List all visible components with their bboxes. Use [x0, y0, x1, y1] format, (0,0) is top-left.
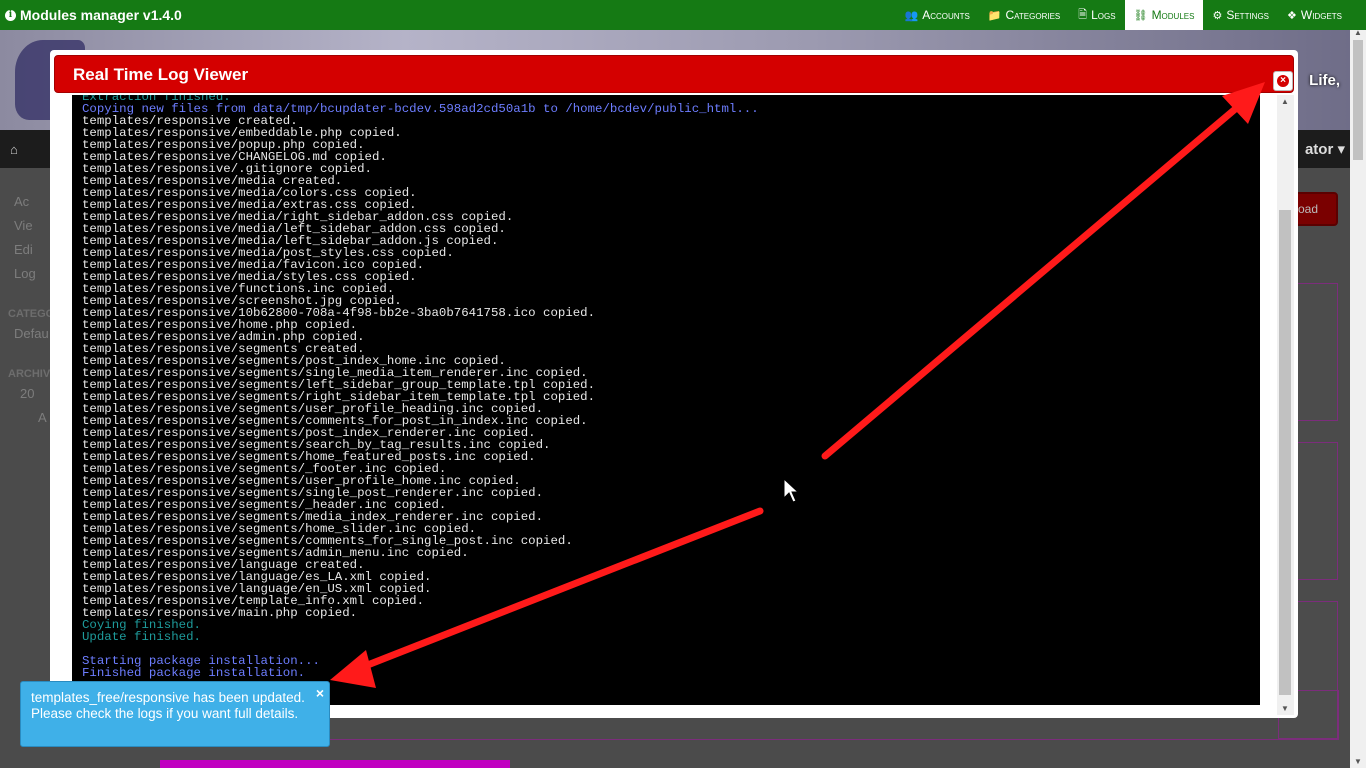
- nav-item-logs[interactable]: 🗎 Logs: [1069, 0, 1124, 30]
- archive-month[interactable]: A: [38, 410, 47, 425]
- scroll-down-icon[interactable]: ▼: [1354, 757, 1362, 766]
- archive-header: ARCHIV: [8, 368, 51, 380]
- mouse-cursor-icon: [783, 478, 799, 503]
- log-console[interactable]: Extraction finished. Copying new files fr…: [72, 95, 1260, 705]
- sidebar-item-edit[interactable]: Edi: [14, 242, 33, 257]
- log-scrollbar[interactable]: ▲ ▼: [1277, 95, 1294, 715]
- log-line: Update finished.: [82, 630, 201, 644]
- log-scroll-down-icon[interactable]: ▼: [1281, 704, 1289, 713]
- file-icon: 🗎: [1078, 8, 1088, 21]
- dialog-titlebar[interactable]: Real Time Log Viewer ×: [54, 55, 1294, 93]
- page-scrollbar[interactable]: ▲ ▼: [1350, 28, 1366, 768]
- users-icon: 👥: [904, 9, 919, 22]
- cubes-icon: ❖: [1287, 9, 1297, 22]
- top-navbar: i Modules manager v1.4.0 👥 Accounts 📁 Categ…: [0, 0, 1366, 30]
- log-lines: Extraction finished. Copying new files fr…: [82, 95, 759, 679]
- sidebar-item-account[interactable]: Ac: [14, 194, 29, 209]
- cogs-icon: ⚙: [1212, 9, 1223, 22]
- scroll-up-icon[interactable]: ▲: [1354, 28, 1362, 37]
- nav-item-widgets[interactable]: ❖ Widgets: [1278, 0, 1351, 30]
- log-line: Finished package installation.: [82, 666, 306, 680]
- nav-item-label: Settings: [1226, 8, 1270, 22]
- sitemap-icon: ⛓: [1133, 9, 1148, 22]
- top-nav-menu: 👥 Accounts 📁 Categories 🗎 Logs ⛓ Modules ⚙ Settin…: [896, 0, 1351, 30]
- home-icon[interactable]: ⌂: [10, 142, 18, 157]
- user-menu[interactable]: ator ▾: [1305, 140, 1345, 158]
- nav-item-label: Widgets: [1300, 8, 1342, 22]
- info-icon: i: [5, 9, 16, 21]
- sidebar-item-logout[interactable]: Log: [14, 266, 36, 281]
- log-scroll-up-icon[interactable]: ▲: [1281, 97, 1289, 106]
- nav-item-label: Modules: [1151, 8, 1195, 22]
- folder-icon: 📁: [987, 9, 1002, 22]
- page-scrollbar-thumb[interactable]: [1353, 40, 1363, 160]
- nav-item-label: Logs: [1091, 8, 1116, 22]
- toast-message: templates_free/responsive has been updat…: [31, 690, 305, 721]
- log-scrollbar-thumb[interactable]: [1279, 210, 1291, 695]
- nav-item-label: Accounts: [922, 8, 970, 22]
- dialog-close-button[interactable]: ×: [1273, 71, 1293, 91]
- nav-item-label: Categories: [1005, 8, 1061, 22]
- sidebar-item-view[interactable]: Vie: [14, 218, 33, 233]
- nav-item-accounts[interactable]: 👥 Accounts: [896, 0, 979, 30]
- nav-item-settings[interactable]: ⚙ Settings: [1203, 0, 1278, 30]
- site-tagline: Life,: [1309, 72, 1340, 89]
- archive-year[interactable]: 20: [20, 386, 34, 401]
- close-icon[interactable]: ×: [1277, 75, 1289, 87]
- categories-header: CATEGO: [8, 308, 55, 320]
- toast-notification: templates_free/responsive has been updat…: [20, 681, 330, 747]
- dialog-title: Real Time Log Viewer: [73, 65, 249, 84]
- category-item[interactable]: Defau: [14, 326, 49, 341]
- toast-close-icon[interactable]: ×: [316, 685, 324, 701]
- app-title-text: Modules manager v1.4.0: [20, 7, 182, 23]
- nav-item-modules[interactable]: ⛓ Modules: [1124, 0, 1204, 30]
- nav-item-categories[interactable]: 📁 Categories: [979, 0, 1069, 30]
- app-title: i Modules manager v1.4.0: [0, 7, 182, 23]
- log-viewer-dialog: Real Time Log Viewer × Extraction finish…: [50, 50, 1298, 718]
- bg-progress-bar: [160, 760, 510, 768]
